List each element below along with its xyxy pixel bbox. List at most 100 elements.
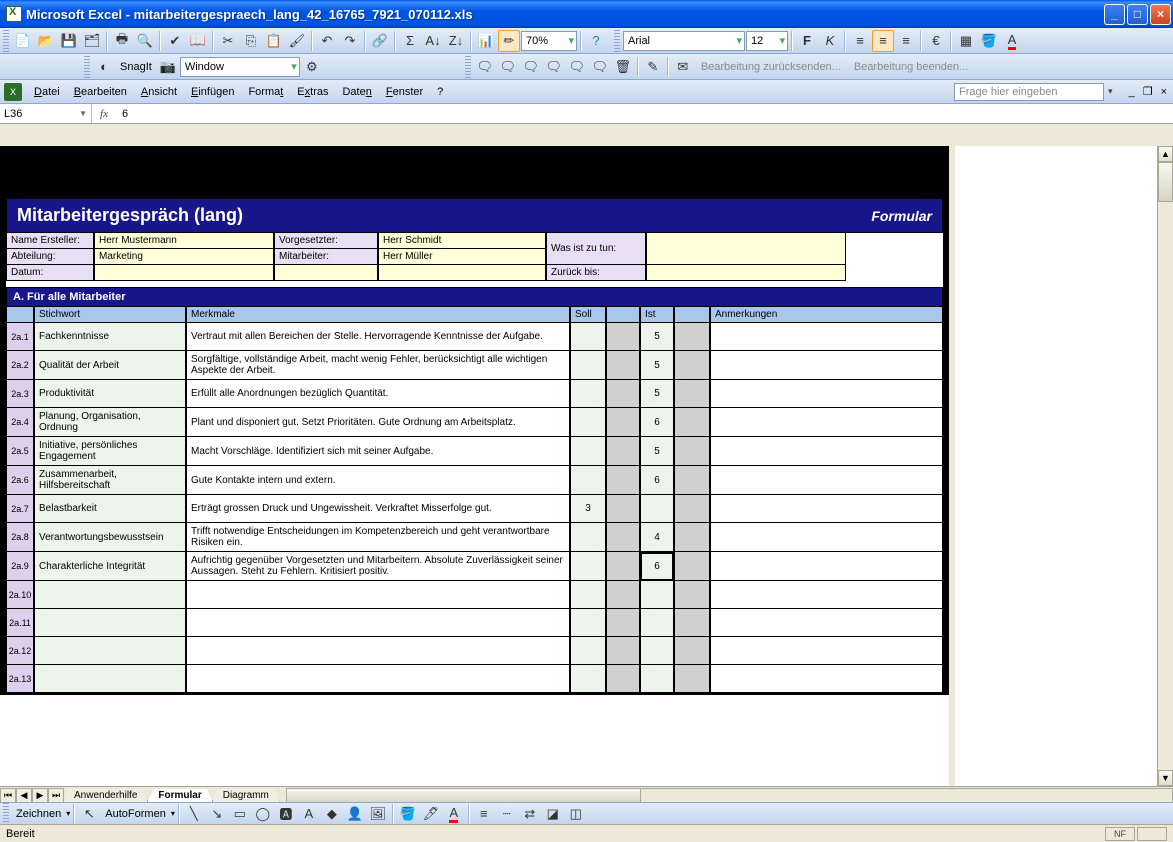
menu-view[interactable]: AnsichtAnsicht <box>135 84 183 100</box>
meta-blank1[interactable] <box>274 265 378 281</box>
snagit-icon[interactable]: ◐ <box>93 56 115 78</box>
row-soll[interactable] <box>570 351 606 380</box>
rectangle-button[interactable]: ▭ <box>229 803 251 825</box>
name-box[interactable]: L36▼ <box>0 104 92 123</box>
new-button[interactable]: 📄 <box>12 30 34 52</box>
row-ist[interactable] <box>640 495 674 523</box>
save-button[interactable]: 💾 <box>58 30 80 52</box>
toolbar-grip[interactable] <box>465 56 471 78</box>
row-feature[interactable] <box>186 609 570 637</box>
row-feature[interactable]: Erfüllt alle Anordnungen bezüglich Quant… <box>186 380 570 408</box>
row-feature[interactable]: Vertraut mit allen Bereichen der Stelle.… <box>186 323 570 351</box>
show-all-comments-button[interactable]: 🗨 <box>589 56 611 78</box>
meta-blank2[interactable] <box>378 265 546 281</box>
row-keyword[interactable]: Qualität der Arbeit <box>34 351 186 380</box>
meta-mitarbeiter-value[interactable]: Herr Müller <box>378 249 546 265</box>
row-keyword[interactable]: Produktivität <box>34 380 186 408</box>
row-keyword[interactable] <box>34 581 186 609</box>
print-preview-button[interactable]: 🔍 <box>134 30 156 52</box>
toolbar-grip[interactable] <box>84 56 90 78</box>
snagit-mode-combo[interactable]: Window▾ <box>180 57 300 77</box>
clipart-button[interactable]: 👤 <box>344 803 366 825</box>
send-review-button[interactable]: ✉ <box>672 56 694 78</box>
row-notes[interactable] <box>710 523 943 552</box>
meta-datum-value[interactable] <box>94 265 274 281</box>
meta-name-ersteller-value[interactable]: Herr Mustermann <box>94 233 274 249</box>
row-soll[interactable] <box>570 408 606 437</box>
row-ist[interactable]: 5 <box>640 323 674 351</box>
row-notes[interactable] <box>710 380 943 408</box>
fill-color-draw-button[interactable]: 🪣 <box>397 803 419 825</box>
row-ist[interactable]: 5 <box>640 437 674 466</box>
row-keyword[interactable]: Zusammenarbeit, Hilfsbereitschaft <box>34 466 186 495</box>
arrow-style-button[interactable]: ⇄ <box>519 803 541 825</box>
row-feature[interactable] <box>186 581 570 609</box>
toolbar-grip[interactable] <box>614 30 620 52</box>
row-ist[interactable]: 4 <box>640 523 674 552</box>
font-name-combo[interactable]: Arial▾ <box>623 31 745 51</box>
close-button[interactable]: × <box>1150 4 1171 25</box>
row-ist[interactable] <box>640 665 674 693</box>
save-all-button[interactable]: 🗂 <box>81 30 103 52</box>
row-soll[interactable] <box>570 552 606 581</box>
font-color-draw-button[interactable]: A <box>443 803 465 825</box>
align-right-button[interactable]: ≡ <box>895 30 917 52</box>
print-button[interactable]: 🖶 <box>111 30 133 52</box>
autosum-button[interactable]: Σ <box>399 30 421 52</box>
line-color-button[interactable]: 🖊 <box>420 803 442 825</box>
workbook-icon[interactable]: X <box>4 83 22 101</box>
row-notes[interactable] <box>710 466 943 495</box>
zoom-combo[interactable]: 70%▾ <box>521 31 577 51</box>
font-size-combo[interactable]: 12▾ <box>746 31 788 51</box>
next-comment-button[interactable]: 🗨 <box>543 56 565 78</box>
sort-asc-button[interactable]: A↓ <box>422 30 444 52</box>
row-notes[interactable] <box>710 495 943 523</box>
3d-button[interactable]: ◫ <box>565 803 587 825</box>
row-keyword[interactable]: Planung, Organisation, Ordnung <box>34 408 186 437</box>
row-keyword[interactable]: Verantwortungsbewusstsein <box>34 523 186 552</box>
row-feature[interactable] <box>186 665 570 693</box>
hscroll-thumb[interactable] <box>287 789 641 803</box>
row-keyword[interactable] <box>34 637 186 665</box>
snagit-settings-button[interactable]: ⚙ <box>301 56 323 78</box>
help-caret-icon[interactable]: ▾ <box>1108 86 1113 97</box>
copy-button[interactable]: ⎘ <box>240 30 262 52</box>
row-ist[interactable]: 5 <box>640 351 674 380</box>
spelling-button[interactable]: ✔ <box>164 30 186 52</box>
row-soll[interactable] <box>570 523 606 552</box>
row-soll[interactable] <box>570 323 606 351</box>
row-soll[interactable] <box>570 665 606 693</box>
row-ist[interactable]: 6 <box>640 466 674 495</box>
row-soll[interactable]: 3 <box>570 495 606 523</box>
row-notes[interactable] <box>710 552 943 581</box>
format-painter-button[interactable]: 🖌 <box>286 30 308 52</box>
oval-button[interactable]: ◯ <box>252 803 274 825</box>
row-feature[interactable] <box>186 637 570 665</box>
scroll-down-button[interactable]: ▼ <box>1158 770 1173 786</box>
menu-insert[interactable]: EinfügenEinfügen <box>185 84 240 100</box>
scroll-thumb[interactable] <box>1158 162 1173 202</box>
currency-button[interactable]: € <box>925 30 947 52</box>
sort-desc-button[interactable]: Z↓ <box>445 30 467 52</box>
row-feature[interactable]: Trifft notwendige Entscheidungen im Komp… <box>186 523 570 552</box>
open-button[interactable]: 📂 <box>35 30 57 52</box>
row-notes[interactable] <box>710 637 943 665</box>
sheet-tab-formular[interactable]: Formular <box>147 789 212 803</box>
row-feature[interactable]: Erträgt grossen Druck und Ungewissheit. … <box>186 495 570 523</box>
doc-restore-button[interactable]: ❐ <box>1141 85 1155 98</box>
row-notes[interactable] <box>710 609 943 637</box>
undo-button[interactable]: ↶ <box>316 30 338 52</box>
chart-wizard-button[interactable]: 📊 <box>475 30 497 52</box>
row-feature[interactable]: Plant und disponiert gut. Setzt Prioritä… <box>186 408 570 437</box>
show-comment-button[interactable]: 🗨 <box>566 56 588 78</box>
row-notes[interactable] <box>710 665 943 693</box>
row-soll[interactable] <box>570 466 606 495</box>
meta-vorgesetzter-value[interactable]: Herr Schmidt <box>378 233 546 249</box>
edit-comment-button[interactable]: 🗨 <box>497 56 519 78</box>
row-ist[interactable]: 6 <box>640 552 674 581</box>
menu-edit[interactable]: BearbeitenBearbeiten <box>68 84 133 100</box>
drawing-toggle-button[interactable]: ✏ <box>498 30 520 52</box>
ink-button[interactable]: ✎ <box>642 56 664 78</box>
doc-close-button[interactable]: × <box>1159 86 1169 98</box>
row-keyword[interactable] <box>34 665 186 693</box>
